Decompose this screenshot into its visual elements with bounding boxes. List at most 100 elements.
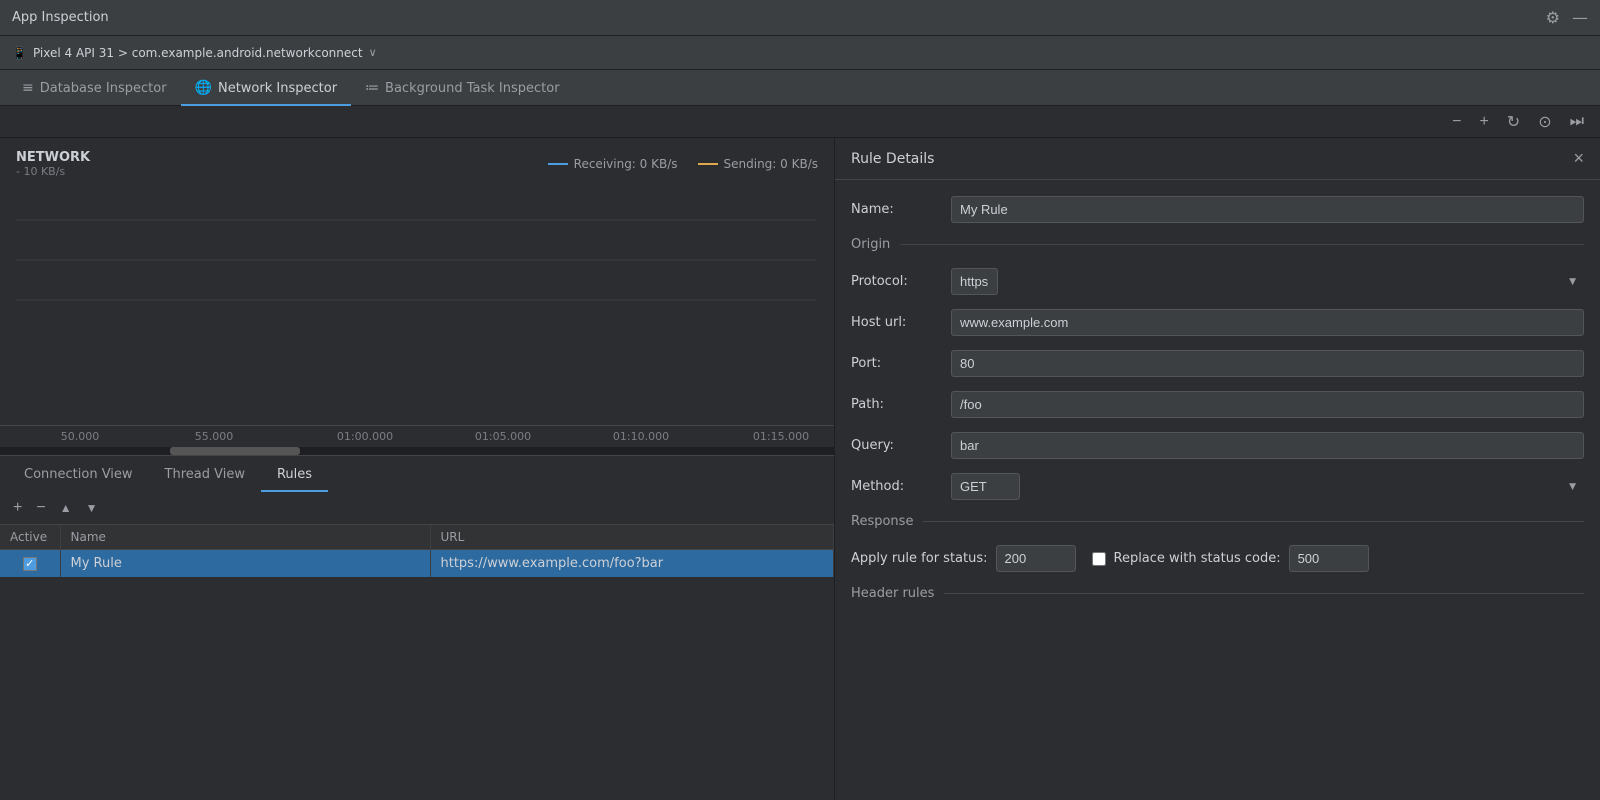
header-url: URL	[430, 525, 834, 550]
network-title: NETWORK	[16, 150, 90, 165]
title-bar-right: ⚙ —	[1546, 8, 1588, 27]
right-panel: Rule Details × Name: Origin Protocol: ht…	[835, 138, 1600, 800]
tab-connection-label: Connection View	[24, 467, 133, 482]
timeline-scrollbar[interactable]	[0, 447, 834, 455]
tab-database-label: Database Inspector	[40, 81, 167, 96]
name-field-row: Name:	[851, 196, 1584, 223]
left-panel: NETWORK - 10 KB/s Receiving: 0 KB/s Send…	[0, 138, 835, 800]
settings-icon[interactable]: ⚙	[1546, 8, 1560, 27]
rule-details-header: Rule Details ×	[835, 138, 1600, 180]
replace-with-checkbox[interactable]	[1092, 552, 1106, 566]
title-bar-left: App Inspection	[12, 10, 109, 25]
device-label[interactable]: 📱 Pixel 4 API 31 > com.example.android.n…	[12, 46, 377, 60]
move-up-button[interactable]: ▲	[55, 500, 77, 516]
device-bar: 📱 Pixel 4 API 31 > com.example.android.n…	[0, 36, 1600, 70]
apply-rule-label: Apply rule for status:	[851, 551, 988, 566]
cell-name: My Rule	[60, 550, 430, 578]
sending-legend: Sending: 0 KB/s	[698, 157, 818, 171]
network-icon: 🌐	[195, 80, 212, 96]
tab-database[interactable]: ≡ Database Inspector	[8, 80, 181, 106]
query-field-row: Query:	[851, 432, 1584, 459]
table-row[interactable]: ✓ My Rule https://www.example.com/foo?ba…	[0, 550, 834, 578]
tick-1: 55.000	[195, 430, 234, 443]
remove-rule-button[interactable]: −	[31, 498, 50, 518]
device-text: Pixel 4 API 31 > com.example.android.net…	[33, 46, 363, 60]
receiving-legend: Receiving: 0 KB/s	[548, 157, 678, 171]
path-field-row: Path:	[851, 391, 1584, 418]
zoom-out-button[interactable]: −	[1448, 111, 1465, 133]
response-divider: Response	[851, 514, 1584, 529]
tab-network[interactable]: 🌐 Network Inspector	[181, 80, 352, 106]
network-legend: Receiving: 0 KB/s Sending: 0 KB/s	[548, 157, 818, 171]
replace-with-label: Replace with status code:	[1114, 551, 1281, 566]
reset-button[interactable]: ↻	[1503, 110, 1524, 134]
tab-rules[interactable]: Rules	[261, 467, 328, 492]
receiving-label: Receiving: 0 KB/s	[574, 157, 678, 171]
tick-5: 01:15.000	[753, 430, 809, 443]
device-chevron: ∨	[369, 46, 377, 59]
tick-0: 50.000	[61, 430, 100, 443]
scrollbar-thumb[interactable]	[170, 447, 300, 455]
path-input[interactable]	[951, 391, 1584, 418]
app-title: App Inspection	[12, 10, 109, 25]
cell-active: ✓	[0, 550, 60, 578]
header-rules-label: Header rules	[851, 586, 934, 601]
cell-url: https://www.example.com/foo?bar	[430, 550, 834, 578]
origin-label: Origin	[851, 237, 890, 252]
database-icon: ≡	[22, 80, 34, 96]
zoom-in-button[interactable]: +	[1475, 111, 1492, 133]
header-active: Active	[0, 525, 60, 550]
port-input[interactable]	[951, 350, 1584, 377]
replace-with-field: Replace with status code:	[1092, 545, 1369, 572]
receiving-line	[548, 163, 568, 165]
network-graph: NETWORK - 10 KB/s Receiving: 0 KB/s Send…	[0, 138, 834, 425]
host-url-label: Host url:	[851, 315, 951, 330]
port-label: Port:	[851, 356, 951, 371]
host-url-field-row: Host url:	[851, 309, 1584, 336]
network-header: NETWORK - 10 KB/s Receiving: 0 KB/s Send…	[16, 150, 818, 178]
protocol-label: Protocol:	[851, 274, 951, 289]
tick-3: 01:05.000	[475, 430, 531, 443]
header-rules-divider: Header rules	[851, 586, 1584, 601]
apply-rule-field: Apply rule for status:	[851, 545, 1076, 572]
toolbar: − + ↻ ⊙ ⏭	[0, 106, 1600, 138]
info-button[interactable]: ⊙	[1534, 110, 1555, 134]
table-header: Active Name URL	[0, 525, 834, 550]
tick-2: 01:00.000	[337, 430, 393, 443]
network-scale: - 10 KB/s	[16, 165, 90, 178]
tab-background[interactable]: ≔ Background Task Inspector	[351, 80, 574, 106]
minimize-icon[interactable]: —	[1572, 8, 1588, 27]
checkbox-wrapper: ✓	[10, 557, 50, 571]
rule-checkbox[interactable]: ✓	[23, 557, 37, 571]
rules-table-element: Active Name URL ✓ My Rule https://www.ex	[0, 525, 834, 577]
query-input[interactable]	[951, 432, 1584, 459]
protocol-select[interactable]: http https	[951, 268, 998, 295]
replace-with-input[interactable]	[1289, 545, 1369, 572]
sending-label: Sending: 0 KB/s	[724, 157, 818, 171]
tab-background-label: Background Task Inspector	[385, 81, 560, 96]
tab-connection-view[interactable]: Connection View	[8, 467, 149, 492]
path-label: Path:	[851, 397, 951, 412]
main-layout: NETWORK - 10 KB/s Receiving: 0 KB/s Send…	[0, 138, 1600, 800]
move-down-button[interactable]: ▼	[81, 500, 103, 516]
skip-button[interactable]: ⏭	[1566, 111, 1588, 133]
protocol-select-wrapper: http https	[951, 268, 1584, 295]
method-select[interactable]: GET POST PUT DELETE PATCH	[951, 473, 1020, 500]
tab-rules-label: Rules	[277, 467, 312, 482]
tab-thread-view[interactable]: Thread View	[149, 467, 261, 492]
rule-details-close-button[interactable]: ×	[1573, 148, 1584, 169]
add-rule-button[interactable]: +	[8, 498, 27, 518]
title-bar: App Inspection ⚙ —	[0, 0, 1600, 36]
graph-area	[16, 180, 818, 344]
name-input[interactable]	[951, 196, 1584, 223]
bottom-tabs: Connection View Thread View Rules	[0, 455, 834, 491]
tabs-bar: ≡ Database Inspector 🌐 Network Inspector…	[0, 70, 1600, 106]
protocol-field-row: Protocol: http https	[851, 268, 1584, 295]
background-icon: ≔	[365, 80, 379, 96]
device-icon: 📱	[12, 46, 27, 60]
rules-table: Active Name URL ✓ My Rule https://www.ex	[0, 525, 834, 800]
tab-thread-label: Thread View	[165, 467, 245, 482]
apply-rule-input[interactable]	[996, 545, 1076, 572]
tick-4: 01:10.000	[613, 430, 669, 443]
host-url-input[interactable]	[951, 309, 1584, 336]
